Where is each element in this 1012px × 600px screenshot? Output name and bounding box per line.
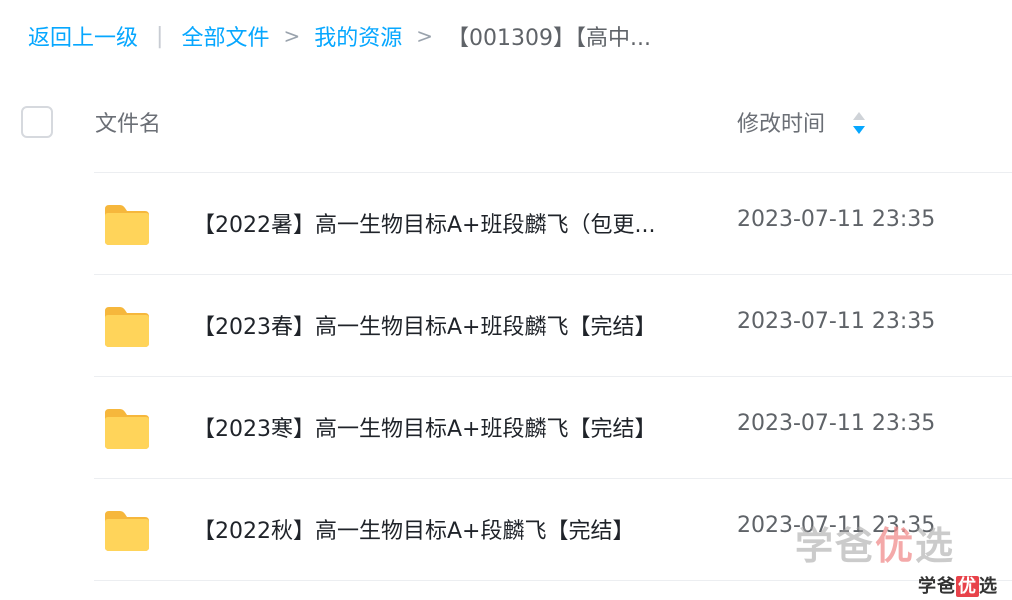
breadcrumb-my-resources[interactable]: 我的资源 [314,20,402,52]
breadcrumb-current[interactable]: 【001309】【高中... [447,20,651,52]
file-name[interactable]: 【2023寒】高一生物目标A+班段麟飞【完结】 [193,411,656,443]
select-all-checkbox[interactable] [21,106,53,138]
watermark-accent: 优 [956,576,979,597]
row-divider [94,580,1012,581]
breadcrumb-all-files[interactable]: 全部文件 [181,20,269,52]
watermark-text: 学爸 [918,576,956,597]
breadcrumb-divider: | [156,23,164,49]
breadcrumb: 返回上一级 | 全部文件 > 我的资源 > 【001309】【高中... [28,18,651,54]
folder-icon [105,307,149,347]
folder-icon [105,409,149,449]
watermark-accent: 优 [875,524,916,568]
column-header-name[interactable]: 文件名 [95,106,161,138]
table-header: 文件名 修改时间 [0,92,1012,154]
chevron-right-icon: > [283,24,301,48]
column-header-modified-time[interactable]: 修改时间 [737,106,825,138]
modified-time: 2023-07-11 23:35 [737,309,936,334]
chevron-right-icon: > [416,24,433,48]
file-name[interactable]: 【2023春】高一生物目标A+班段麟飞【完结】 [193,309,656,341]
file-browser: 返回上一级 | 全部文件 > 我的资源 > 【001309】【高中... 文件名… [0,0,1012,600]
table-row[interactable]: 【2022暑】高一生物目标A+班段麟飞（包更... 2023-07-11 23:… [94,172,1012,273]
back-button[interactable]: 返回上一级 [28,20,138,52]
table-row[interactable]: 【2023春】高一生物目标A+班段麟飞【完结】 2023-07-11 23:35 [94,274,1012,375]
modified-time: 2023-07-11 23:35 [737,207,936,232]
folder-icon [105,205,149,245]
modified-time: 2023-07-11 23:35 [737,411,936,436]
watermark-small: 学爸优选 [918,572,998,598]
watermark-text: 选 [915,524,956,568]
file-name[interactable]: 【2022秋】高一生物目标A+段麟飞【完结】 [193,513,634,545]
file-name[interactable]: 【2022暑】高一生物目标A+班段麟飞（包更... [193,207,655,239]
watermark-text: 选 [979,576,998,597]
folder-icon [105,511,149,551]
watermark-text: 学爸 [795,524,876,568]
table-row[interactable]: 【2023寒】高一生物目标A+班段麟飞【完结】 2023-07-11 23:35 [94,376,1012,477]
watermark-large: 学爸优选 [795,515,955,570]
sort-icon[interactable] [850,110,868,136]
